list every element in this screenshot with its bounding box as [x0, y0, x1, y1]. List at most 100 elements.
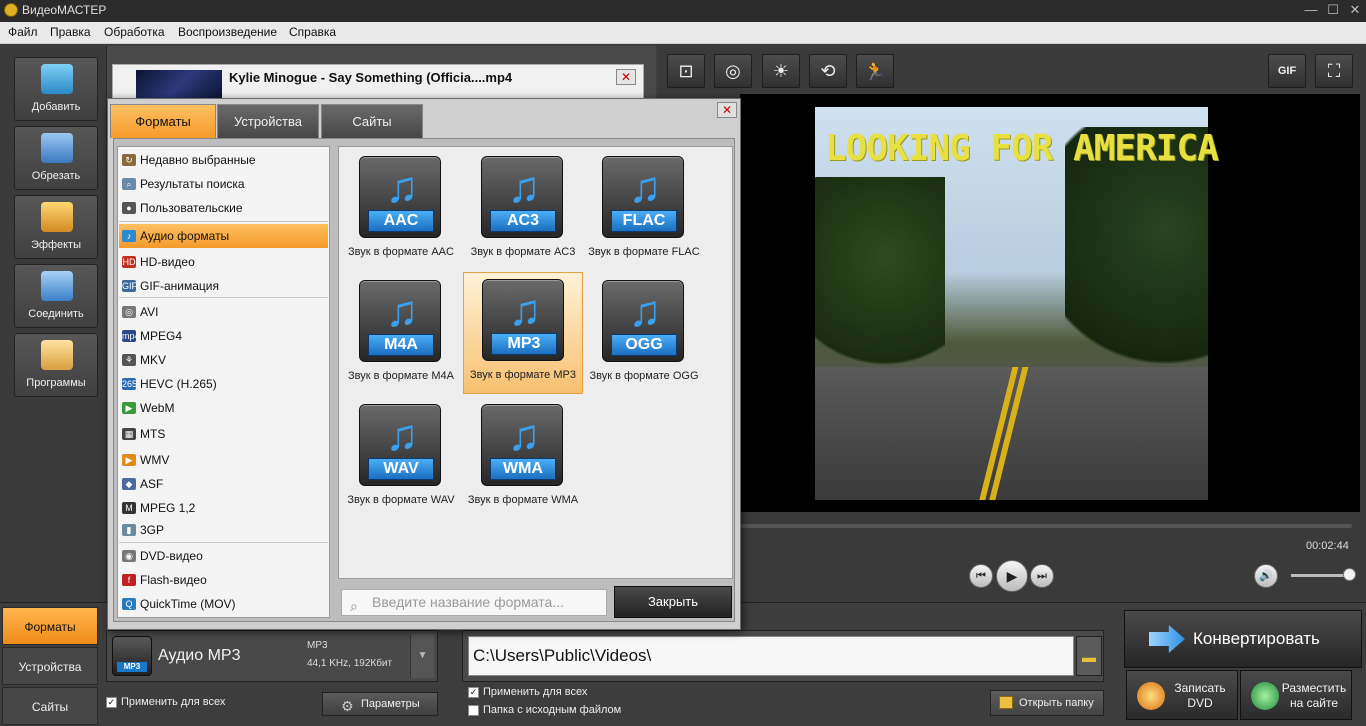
category-separator [119, 221, 328, 222]
fullscreen-icon[interactable]: ⛶ [1315, 54, 1353, 88]
dialog-tab-devices[interactable]: Устройства [217, 104, 319, 138]
parameters-button[interactable]: ⚙ Параметры [322, 692, 438, 716]
category-item[interactable]: ◆ ASF [119, 472, 328, 496]
tab-sites[interactable]: Сайты [2, 687, 98, 725]
close-button[interactable]: Закрыть [614, 586, 732, 618]
chevron-down-icon[interactable]: ▼ [410, 634, 434, 678]
dialog-tab-formats[interactable]: Форматы [110, 104, 216, 138]
menu-process[interactable]: Обработка [104, 25, 165, 39]
format-tile-aac[interactable]: ♫ AAC Звук в формате AAC [341, 150, 461, 272]
close-window-button[interactable]: ✕ [1346, 2, 1364, 18]
menu-help[interactable]: Справка [289, 25, 336, 39]
time-label: 00:02:44 [1306, 540, 1349, 552]
dialog-tab-sites[interactable]: Сайты [321, 104, 423, 138]
previous-button[interactable]: ⏮ [969, 564, 993, 588]
category-item[interactable]: 265 HEVC (H.265) [119, 372, 328, 396]
category-item[interactable]: Q QuickTime (MOV) [119, 592, 328, 616]
category-label: WMV [140, 453, 170, 467]
next-button[interactable]: ⏭ [1030, 564, 1054, 588]
format-search-input[interactable]: ⌕ Введите название формата... [341, 589, 607, 616]
remove-file-button[interactable]: ✕ [616, 69, 636, 85]
category-label: Flash-видео [140, 573, 207, 587]
browse-folder-icon[interactable]: ▬ [1076, 636, 1102, 676]
category-item[interactable]: ↻ Недавно выбранные [119, 148, 328, 172]
crop-icon[interactable]: ⊡ [667, 54, 705, 88]
trim-button[interactable]: Обрезать [14, 126, 98, 190]
category-item[interactable]: GIF GIF-анимация [119, 274, 328, 298]
format-tile-wma[interactable]: ♫ WMA Звук в формате WMA [463, 398, 583, 520]
category-label: 3GP [140, 523, 165, 537]
avi-icon: ◎ [122, 306, 136, 318]
mp3-format-tag: MP3 [117, 662, 147, 672]
format-tile-ac3[interactable]: ♫ AC3 Звук в формате AC3 [463, 150, 583, 272]
category-label: Результаты поиска [140, 177, 245, 191]
category-item[interactable]: ♪ Аудио форматы [119, 224, 328, 248]
category-item[interactable]: ▶ WMV [119, 448, 328, 472]
apply-all-checkbox-left[interactable]: ✓ [106, 697, 117, 708]
apply-all-label-left: Применить для всех [121, 696, 226, 708]
category-label: AVI [140, 305, 159, 319]
add-button[interactable]: Добавить [14, 57, 98, 121]
output-path-field[interactable]: C:\Users\Public\Videos\ [468, 636, 1074, 676]
close-dialog-button[interactable]: ✕ [717, 102, 737, 118]
output-format-selector[interactable] [106, 630, 438, 682]
format-tile-flac[interactable]: ♫ FLAC Звук в формате FLAC [584, 150, 704, 272]
category-separator [119, 297, 328, 298]
menu-playback[interactable]: Воспроизведение [178, 25, 277, 39]
format-tile-mp3[interactable]: ♫ MP3 Звук в формате MP3 [463, 272, 583, 394]
music-note-icon: ♫ [508, 286, 542, 335]
category-label: Недавно выбранные [140, 153, 256, 167]
format-tile-m4a[interactable]: ♫ M4A Звук в формате M4A [341, 274, 461, 396]
category-item[interactable]: mp4 MPEG4 [119, 324, 328, 348]
category-item[interactable]: ◉ DVD-видео [119, 544, 328, 568]
effects-button[interactable]: Эффекты [14, 195, 98, 259]
apply-all-label-right: Применить для всех [483, 686, 588, 698]
music-note-icon: ♫ [628, 287, 662, 336]
category-item[interactable]: f Flash-видео [119, 568, 328, 592]
play-button[interactable]: ▶ [996, 560, 1028, 592]
hevc-icon: 265 [122, 378, 138, 390]
effects-button-label: Эффекты [30, 239, 81, 251]
tab-devices[interactable]: Устройства [2, 647, 98, 685]
category-item[interactable]: ⚘ MKV [119, 348, 328, 372]
volume-knob[interactable] [1343, 568, 1356, 581]
category-item[interactable]: ⌕ Результаты поиска [119, 172, 328, 196]
format-tag: OGG [611, 334, 677, 356]
music-note-icon: ♫ [628, 163, 662, 212]
music-note-icon: ♫ [385, 411, 419, 460]
source-folder-checkbox[interactable] [468, 705, 479, 716]
category-item[interactable]: M MPEG 1,2 [119, 496, 328, 520]
format-tile-ogg[interactable]: ♫ OGG Звук в формате OGG [584, 274, 704, 396]
publish-button[interactable]: Разместить на сайте [1240, 670, 1352, 720]
mp3-format-icon: MP3 [112, 636, 152, 676]
burn-dvd-button[interactable]: Записать DVD [1126, 670, 1238, 720]
category-item[interactable]: ◎ AVI [119, 300, 328, 324]
minimize-button[interactable]: — [1302, 2, 1320, 18]
programs-button[interactable]: Программы [14, 333, 98, 397]
open-folder-button[interactable]: Открыть папку [990, 690, 1104, 716]
menu-file[interactable]: Файл [8, 25, 38, 39]
burn-dvd-label: Записать DVD [1174, 681, 1226, 710]
rotate-icon[interactable]: ⟲ [809, 54, 847, 88]
category-item[interactable]: ▮ 3GP [119, 518, 328, 542]
quicktime-icon: Q [122, 598, 136, 610]
category-item[interactable]: ▶ WebM [119, 396, 328, 420]
watermark-icon[interactable]: ◎ [714, 54, 752, 88]
category-item[interactable]: HD HD-видео [119, 250, 328, 274]
format-tile-wav[interactable]: ♫ WAV Звук в формате WAV [341, 398, 461, 520]
maximize-button[interactable]: ☐ [1324, 2, 1342, 18]
tab-formats[interactable]: Форматы [2, 607, 98, 645]
category-item[interactable]: ● Пользовательские [119, 196, 328, 220]
category-item[interactable]: ▦ MTS [119, 422, 328, 446]
add-button-label: Добавить [31, 101, 81, 113]
apply-all-checkbox-right[interactable]: ✓ [468, 687, 479, 698]
join-button[interactable]: Соединить [14, 264, 98, 328]
category-label: Пользовательские [140, 201, 243, 215]
convert-button[interactable]: Конвертировать [1124, 610, 1362, 668]
speed-icon[interactable]: 🏃 [856, 54, 894, 88]
volume-icon[interactable]: 🔊 [1254, 564, 1278, 588]
seek-bar[interactable] [740, 524, 1352, 528]
brightness-icon[interactable]: ☀ [762, 54, 800, 88]
gif-icon[interactable]: GIF [1268, 54, 1306, 88]
menu-edit[interactable]: Правка [50, 25, 91, 39]
